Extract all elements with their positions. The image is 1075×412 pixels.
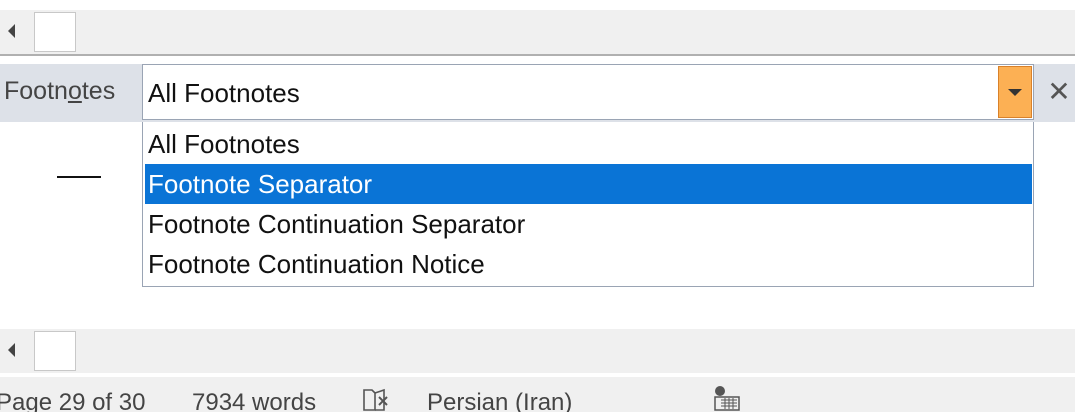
dropdown-option-footnote-continuation-notice[interactable]: Footnote Continuation Notice [145,244,1032,284]
status-page-count[interactable]: Page 29 of 30 [0,389,145,412]
scroll-left-arrow-icon[interactable] [8,24,15,38]
scroll-thumb[interactable] [34,12,76,52]
footnotes-label-accelerator: o [67,77,82,105]
scroll-thumb[interactable] [34,331,76,371]
footnotes-dropdown-list: All Footnotes Footnote Separator Footnot… [142,122,1034,287]
footnote-separator-line [57,176,101,178]
close-icon: ✕ [1047,74,1071,108]
status-bar: Page 29 of 30 7934 words Persian (Iran) [0,377,1075,412]
dropdown-option-footnote-continuation-separator[interactable]: Footnote Continuation Separator [145,204,1032,244]
status-language[interactable]: Persian (Iran) [427,389,572,412]
footnotes-label: Footnotes [4,77,115,106]
dropdown-option-footnote-separator[interactable]: Footnote Separator [145,164,1032,204]
pane-separator [0,54,1075,56]
status-word-count[interactable]: 7934 words [192,389,316,412]
footnotes-combo-box[interactable]: All Footnotes [142,64,1034,120]
footnotes-pane-bar: Footnotes All Footnotes ✕ [0,64,1075,122]
scroll-left-arrow-icon[interactable] [8,343,15,357]
combo-selected-value: All Footnotes [148,78,300,108]
combo-dropdown-button[interactable] [998,66,1032,118]
dropdown-option-all-footnotes[interactable]: All Footnotes [145,124,1032,164]
top-horizontal-scrollbar[interactable] [0,10,1075,54]
bottom-horizontal-scrollbar[interactable] [0,329,1075,373]
macro-recording-icon[interactable] [712,385,744,412]
proofing-errors-icon[interactable] [362,388,392,412]
close-pane-button[interactable]: ✕ [1044,74,1074,108]
dropdown-arrow-icon [1008,88,1022,96]
footnotes-label-suffix: tes [81,77,116,105]
footnotes-label-prefix: Footn [4,77,68,105]
